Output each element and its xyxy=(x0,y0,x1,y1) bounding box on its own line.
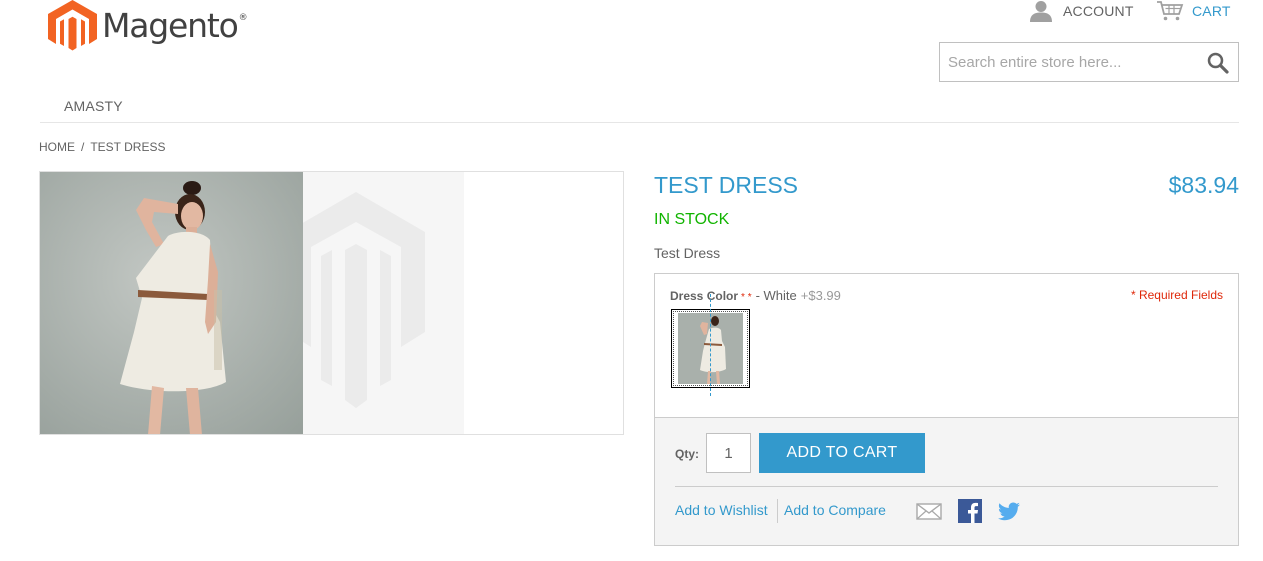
email-icon[interactable] xyxy=(916,498,942,524)
breadcrumb-current: TEST DRESS xyxy=(90,140,166,154)
facebook-icon[interactable] xyxy=(957,498,983,524)
qty-input[interactable] xyxy=(706,433,751,473)
required-marker: * * xyxy=(741,292,752,303)
qty-label: Qty: xyxy=(675,447,699,461)
required-fields-note: * Required Fields xyxy=(1130,288,1223,302)
option-label: Dress Color * * - White +$3.99 xyxy=(670,288,841,303)
user-icon xyxy=(1030,1,1052,22)
account-label: ACCOUNT xyxy=(1063,3,1134,19)
add-to-compare-link[interactable]: Add to Compare xyxy=(784,502,886,518)
product-price: $83.94 xyxy=(1168,172,1239,198)
breadcrumb-separator: / xyxy=(81,140,85,154)
search-icon[interactable] xyxy=(1206,51,1230,75)
stock-status: IN STOCK xyxy=(654,211,730,228)
product-photo xyxy=(40,172,303,434)
product-name: TEST DRESS xyxy=(654,172,798,198)
cart-icon xyxy=(1157,1,1184,21)
add-to-cart-box: Qty: ADD TO CART Add to Wishlist Add to … xyxy=(655,418,1238,545)
logo-wordmark: Magento® xyxy=(102,6,248,45)
account-link[interactable]: ACCOUNT xyxy=(1029,0,1134,22)
divider xyxy=(675,486,1218,487)
selected-option-value: - White xyxy=(755,288,797,303)
product-photo-image xyxy=(40,172,303,434)
product-options: Dress Color * * - White +$3.99 * Require… xyxy=(655,274,1238,418)
product-options-box: Dress Color * * - White +$3.99 * Require… xyxy=(654,273,1239,546)
breadcrumb: HOME / TEST DRESS xyxy=(39,140,165,154)
search-input[interactable] xyxy=(940,43,1190,81)
add-to-cart-button[interactable]: ADD TO CART xyxy=(759,433,925,473)
nav-item-amasty[interactable]: AMASTY xyxy=(64,98,123,114)
breadcrumb-home[interactable]: HOME xyxy=(39,140,75,154)
twitter-icon[interactable] xyxy=(996,498,1022,524)
add-to-wishlist-link[interactable]: Add to Wishlist xyxy=(675,502,768,518)
cart-label: CART xyxy=(1192,3,1231,19)
link-separator xyxy=(777,499,778,523)
product-image-gallery[interactable] xyxy=(39,171,624,435)
cart-link[interactable]: CART xyxy=(1156,0,1231,22)
option-price-add: +$3.99 xyxy=(800,288,841,303)
magento-logo[interactable]: Magento® xyxy=(48,0,248,53)
main-navigation: AMASTY xyxy=(40,92,1239,123)
option-name: Dress Color xyxy=(670,289,739,303)
swatch-guide-line xyxy=(710,294,711,396)
short-description: Test Dress xyxy=(654,245,721,261)
image-placeholder xyxy=(303,172,464,434)
magento-watermark-icon xyxy=(303,192,425,408)
magento-logo-icon xyxy=(48,0,97,51)
search-form xyxy=(939,42,1239,82)
